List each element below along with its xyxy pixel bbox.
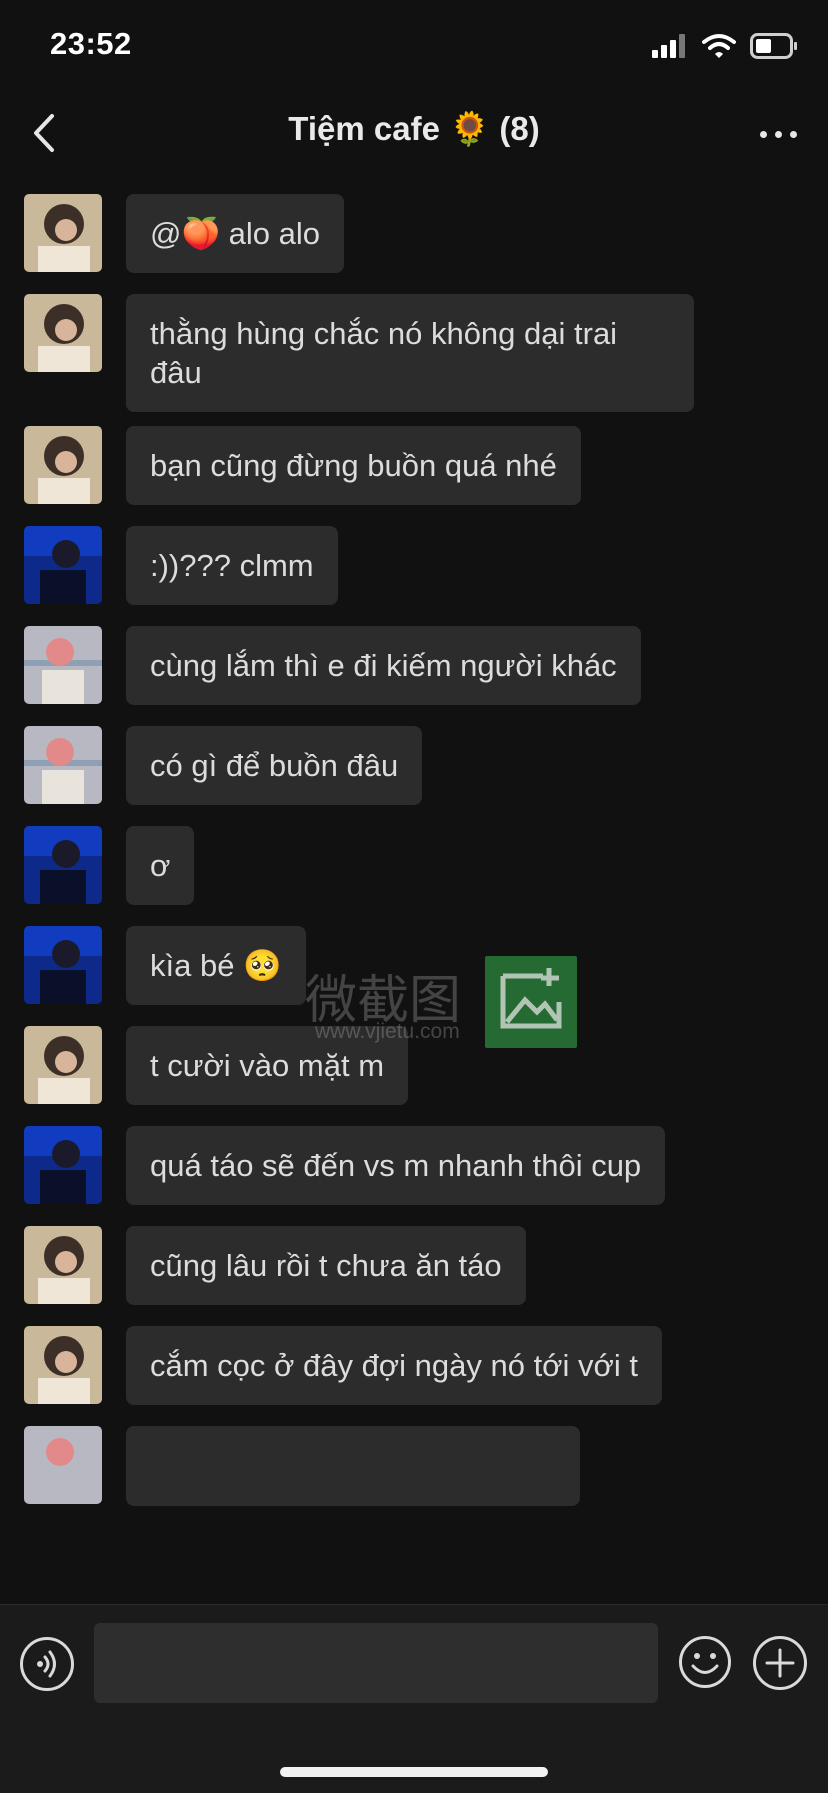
message-bubble[interactable]: kìa bé 🥺	[126, 926, 306, 1005]
avatar-user-b[interactable]	[24, 826, 102, 904]
watermark-text: 微截图	[305, 971, 462, 1031]
wifi-icon	[702, 34, 736, 58]
avatar-user-a[interactable]	[24, 1226, 102, 1304]
avatar-user-b[interactable]	[24, 1126, 102, 1204]
avatar-user-c[interactable]	[24, 1426, 102, 1504]
add-attachment-button[interactable]	[752, 1635, 808, 1691]
chat-title: Tiệm cafe 🌻 (8)	[288, 110, 540, 147]
dot-icon	[759, 130, 767, 138]
avatar-user-a[interactable]	[24, 194, 102, 272]
message-bubble[interactable]: cùng lắm thì e đi kiếm người khác	[126, 626, 641, 705]
message-bubble[interactable]: @🍑 alo alo	[126, 194, 345, 273]
message-bubble[interactable]: thằng hùng chắc nó không dại trai đâu	[126, 294, 694, 412]
status-icons	[652, 32, 798, 60]
avatar-user-a[interactable]	[24, 426, 102, 504]
message-bubble[interactable]: có gì để buồn đâu	[126, 726, 423, 805]
message-bubble[interactable]: :))??? clmm	[126, 526, 338, 605]
more-options-button[interactable]	[756, 114, 800, 154]
chat-header: Tiệm cafe 🌻 (8)	[0, 90, 828, 176]
plus-icon	[753, 1636, 807, 1690]
voice-input-button[interactable]	[20, 1637, 74, 1691]
avatar-user-c[interactable]	[24, 626, 102, 704]
avatar-user-a[interactable]	[24, 1326, 102, 1404]
watermark-image-icon	[485, 956, 577, 1048]
avatar-user-a[interactable]	[24, 294, 102, 372]
status-bar: 23:52	[0, 0, 828, 90]
avatar-user-c[interactable]	[24, 726, 102, 804]
message-bubble[interactable]: bạn cũng đừng buồn quá nhé	[126, 426, 581, 505]
message-bubble[interactable]: t cười vào mặt m	[126, 1026, 409, 1105]
dot-icon	[789, 130, 797, 138]
dot-icon	[774, 130, 782, 138]
message-bubble[interactable]: ơ	[126, 826, 195, 905]
voice-icon	[37, 1650, 56, 1678]
home-indicator[interactable]	[280, 1767, 548, 1777]
message-bubble[interactable]: cũng lâu rồi t chưa ăn táo	[126, 1226, 526, 1305]
composer-bar	[0, 1604, 828, 1793]
message-bubble-partial[interactable]	[126, 1426, 580, 1506]
avatar-user-b[interactable]	[24, 526, 102, 604]
message-bubble[interactable]: quá táo sẽ đến vs m nhanh thôi cup	[126, 1126, 666, 1205]
signal-icon	[652, 34, 685, 58]
status-time: 23:52	[50, 26, 132, 61]
avatar-user-b[interactable]	[24, 926, 102, 1004]
message-input[interactable]	[94, 1623, 658, 1703]
smiley-icon	[679, 1636, 731, 1688]
battery-icon	[750, 33, 797, 59]
emoji-button[interactable]	[678, 1635, 732, 1689]
message-list[interactable]: @🍑 alo alo thằng hùng chắc nó không dại …	[0, 176, 828, 1604]
message-bubble[interactable]: cắm cọc ở đây đợi ngày nó tới với t	[126, 1326, 662, 1405]
avatar-user-a[interactable]	[24, 1026, 102, 1104]
